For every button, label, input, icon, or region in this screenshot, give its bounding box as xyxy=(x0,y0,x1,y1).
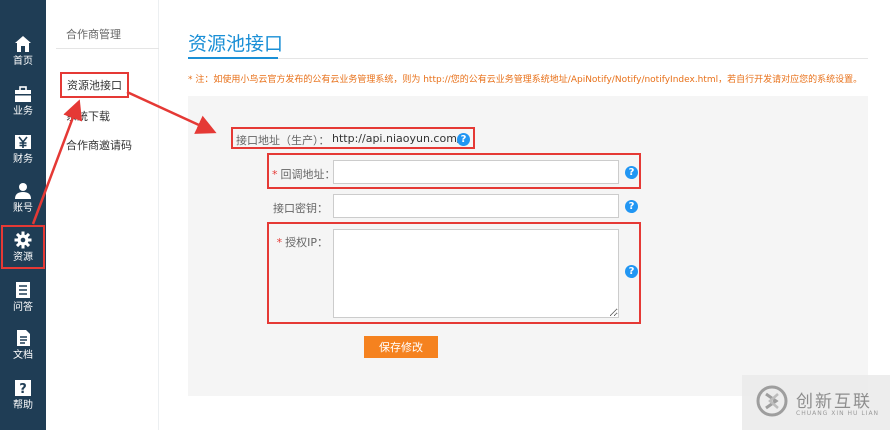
rail-item-account[interactable]: 账号 xyxy=(0,175,46,221)
authorized-ip-help-icon[interactable]: ? xyxy=(625,265,638,278)
api-address-label: 接口地址（生产）： xyxy=(236,134,330,147)
watermark-en: CHUANG XIN HU LIAN xyxy=(796,410,880,417)
api-address-help-icon[interactable]: ? xyxy=(457,133,470,146)
rail-item-help[interactable]: ? 帮助 xyxy=(0,372,46,418)
rail-item-qa[interactable]: 问答 xyxy=(0,274,46,320)
gear-icon xyxy=(14,231,32,248)
help-icon: ? xyxy=(15,379,31,397)
rail-item-label: 文档 xyxy=(13,349,33,361)
rail-item-home[interactable]: 首页 xyxy=(0,28,46,74)
rail-item-label: 财务 xyxy=(13,153,33,165)
rail-item-resources[interactable]: 资源 xyxy=(0,224,46,270)
callback-label-text: 回调地址： xyxy=(280,168,336,181)
api-secret-help-icon[interactable]: ? xyxy=(625,200,638,213)
title-divider-accent xyxy=(188,57,278,59)
callback-label: * 回调地址： xyxy=(272,166,336,182)
watermark-cn: 创新互联 xyxy=(796,392,872,412)
authorized-ip-label-text: 授权IP： xyxy=(285,236,328,249)
rail-item-finance[interactable]: 财务 xyxy=(0,126,46,172)
brand-logo-icon xyxy=(756,385,788,417)
subnav-item-system-download[interactable]: 系统下载 xyxy=(66,108,110,124)
callback-help-icon[interactable]: ? xyxy=(625,166,638,179)
authorized-ip-textarea[interactable] xyxy=(333,229,619,318)
app-root: 首页 业务 财务 账号 资源 问答 文档 ? 帮助 合作商管理 资源池接口 系统… xyxy=(0,0,890,430)
rail-item-label: 账号 xyxy=(13,202,33,214)
notice-text: * 注：如使用小鸟云官方发布的公有云业务管理系统，则为 http://您的公有云… xyxy=(188,75,863,85)
watermark: 创新互联 CHUANG XIN HU LIAN xyxy=(742,375,890,430)
rail-item-docs[interactable]: 文档 xyxy=(0,322,46,368)
document-icon xyxy=(17,329,30,346)
svg-text:?: ? xyxy=(19,382,27,397)
user-icon xyxy=(15,182,31,199)
save-changes-button[interactable]: 保存修改 xyxy=(364,336,438,358)
list-icon xyxy=(16,281,30,298)
main-content: 资源池接口 * 注：如使用小鸟云官方发布的公有云业务管理系统，则为 http:/… xyxy=(159,0,890,430)
rail-item-label: 业务 xyxy=(13,105,33,117)
rail-item-business[interactable]: 业务 xyxy=(0,78,46,124)
rail-item-label: 首页 xyxy=(13,55,33,67)
callback-address-input[interactable] xyxy=(333,160,619,184)
required-mark: * xyxy=(276,236,283,249)
title-divider xyxy=(188,58,868,59)
rail-item-label: 帮助 xyxy=(13,399,33,411)
rail-item-label: 问答 xyxy=(13,301,33,313)
rail-item-label: 资源 xyxy=(13,251,33,263)
home-icon xyxy=(15,35,31,52)
yen-icon xyxy=(15,134,31,149)
briefcase-icon xyxy=(15,85,31,102)
subnav-heading: 合作商管理 xyxy=(66,28,121,41)
required-mark: * xyxy=(272,168,278,181)
api-secret-input[interactable] xyxy=(333,194,619,218)
subnav-item-partner-invite-code[interactable]: 合作商邀请码 xyxy=(66,137,132,153)
api-secret-label: 接口密钥： xyxy=(273,202,328,215)
subnav-divider xyxy=(56,48,159,49)
subnav-item-resource-pool-api[interactable]: 资源池接口 xyxy=(60,72,129,98)
authorized-ip-label: * 授权IP： xyxy=(272,234,328,250)
form-panel: 接口地址（生产）： http://api.niaoyun.com/ ? * 回调地… xyxy=(188,96,868,396)
sub-navigation: 合作商管理 资源池接口 系统下载 合作商邀请码 xyxy=(46,0,159,430)
api-address-value: http://api.niaoyun.com/ xyxy=(332,132,461,145)
left-icon-rail: 首页 业务 财务 账号 资源 问答 文档 ? 帮助 xyxy=(0,0,46,430)
page-title: 资源池接口 xyxy=(188,33,284,55)
